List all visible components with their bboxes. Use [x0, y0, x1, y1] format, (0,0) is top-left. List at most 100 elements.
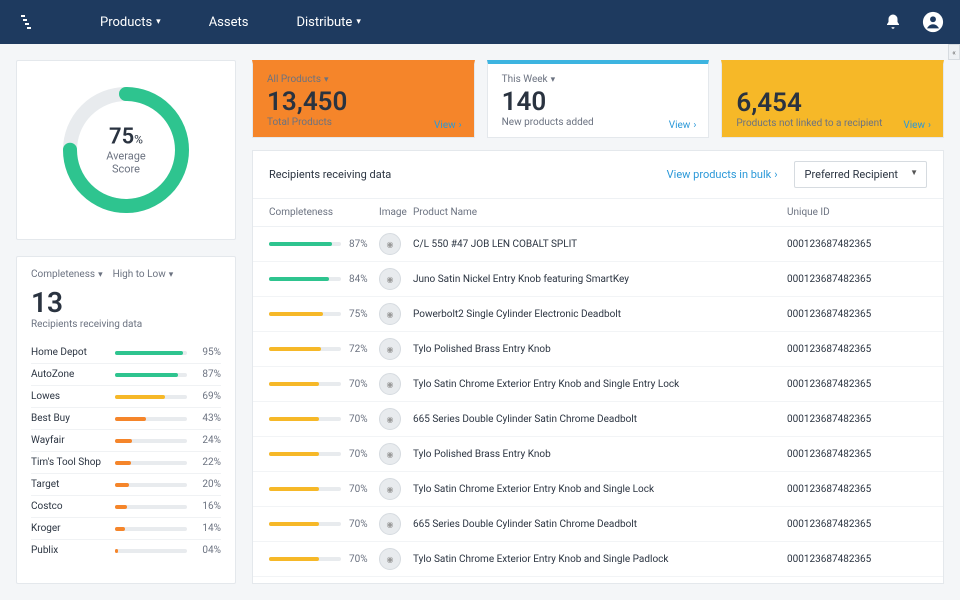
stat-filter[interactable]: This Week ▾ [502, 74, 695, 85]
view-bulk-link[interactable]: View products in bulk › [667, 168, 778, 181]
recipient-bar [115, 549, 187, 553]
chevron-down-icon: ▾ [551, 75, 556, 85]
completeness-bar [269, 452, 341, 456]
stat-filter[interactable]: All Products ▾ [267, 74, 460, 85]
completeness-pct: 75% [349, 309, 379, 320]
recipient-bar [115, 439, 187, 443]
recipients-filter-sort[interactable]: High to Low ▾ [113, 269, 174, 280]
recipient-row[interactable]: Kroger14% [31, 517, 221, 539]
avatar-icon[interactable] [922, 11, 944, 33]
table-row[interactable]: 70%◉Tylo Satin Chrome Exterior Entry Kno… [253, 542, 943, 577]
product-thumb: ◉ [379, 443, 401, 465]
recipient-row[interactable]: Home Depot95% [31, 342, 221, 363]
stat-view-link[interactable]: View › [669, 120, 697, 131]
recipient-row[interactable]: Best Buy43% [31, 407, 221, 429]
recipient-row[interactable]: AutoZone87% [31, 363, 221, 385]
recipient-bar [115, 527, 187, 531]
product-id: 000123687482365 [787, 484, 927, 495]
recipients-filter-completeness[interactable]: Completeness ▾ [31, 269, 103, 280]
table-row[interactable]: 75%◉Powerbolt2 Single Cylinder Electroni… [253, 297, 943, 332]
recipient-select[interactable]: Preferred Recipient [794, 161, 927, 188]
recipient-name: Publix [31, 545, 109, 556]
recipients-sub: Recipients receiving data [31, 319, 221, 330]
recipient-row[interactable]: Publix04% [31, 539, 221, 561]
chevron-down-icon: ▾ [98, 270, 103, 280]
nav-item-distribute[interactable]: Distribute▾ [296, 15, 360, 30]
recipient-row[interactable]: Costco 16% [31, 495, 221, 517]
col-image: Image [379, 207, 413, 218]
recipient-bar [115, 417, 187, 421]
completeness-bar [269, 312, 341, 316]
table-row[interactable]: 87%◉C/L 550 #47 JOB LEN COBALT SPLIT0001… [253, 227, 943, 262]
average-score-card: 75% Average Score [16, 60, 236, 240]
recipients-card: Completeness ▾ High to Low ▾ 13 Recipien… [16, 256, 236, 584]
recipient-bar [115, 505, 187, 509]
recipient-pct: 24% [193, 435, 221, 446]
product-id: 000123687482365 [787, 519, 927, 530]
completeness-bar [269, 487, 341, 491]
bell-icon[interactable] [884, 13, 902, 31]
product-name: Tylo Satin Chrome Exterior Entry Knob an… [413, 484, 787, 495]
table-row[interactable]: 72%◉Tylo Polished Brass Entry Knob000123… [253, 332, 943, 367]
completeness-pct: 70% [349, 519, 379, 530]
product-name: C/L 550 #47 JOB LEN COBALT SPLIT [413, 239, 787, 250]
table-row[interactable]: 84%◉Juno Satin Nickel Entry Knob featuri… [253, 262, 943, 297]
product-thumb: ◉ [379, 268, 401, 290]
completeness-bar [269, 522, 341, 526]
recipient-pct: 95% [193, 347, 221, 358]
collapse-panel-button[interactable]: « [948, 44, 960, 60]
table-row[interactable]: 70%◉Tylo Polished Brass Entry Knob000123… [253, 437, 943, 472]
top-nav: Products▾ Assets Distribute▾ [0, 0, 960, 44]
product-thumb: ◉ [379, 233, 401, 255]
score-value: 75 [109, 125, 134, 150]
chevron-down-icon: ▾ [169, 270, 174, 280]
stat-view-link[interactable]: View › [903, 120, 931, 131]
product-thumb: ◉ [379, 408, 401, 430]
col-unique-id: Unique ID [787, 207, 927, 218]
recipient-pct: 14% [193, 523, 221, 534]
completeness-pct: 70% [349, 449, 379, 460]
completeness-pct: 70% [349, 484, 379, 495]
product-id: 000123687482365 [787, 554, 927, 565]
table-row[interactable]: 70%◉665 Series Double Cylinder Satin Chr… [253, 402, 943, 437]
recipient-pct: 20% [193, 479, 221, 490]
recipient-pct: 22% [193, 457, 221, 468]
recipient-row[interactable]: Lowes69% [31, 385, 221, 407]
recipient-row[interactable]: Wayfair24% [31, 429, 221, 451]
recipient-row[interactable]: Tim's Tool Shop 22% [31, 451, 221, 473]
stat-number: 13,450 [267, 87, 460, 117]
nav-item-products[interactable]: Products▾ [100, 15, 161, 30]
completeness-pct: 70% [349, 379, 379, 390]
product-id: 000123687482365 [787, 344, 927, 355]
table-row[interactable]: 70%◉Tylo Satin Chrome Exterior Entry Kno… [253, 367, 943, 402]
product-name: Tylo Satin Chrome Exterior Entry Knob an… [413, 554, 787, 565]
table-row[interactable]: 70%◉ Tylo Satin Chrome Exterior Entry Kno… [253, 472, 943, 507]
recipient-pct: 16% [193, 501, 221, 512]
product-thumb: ◉ [379, 548, 401, 570]
chevron-right-icon: › [774, 168, 777, 181]
product-id: 000123687482365 [787, 274, 927, 285]
recipient-name: Costco [31, 501, 109, 512]
table-title: Recipients receiving data [269, 168, 391, 181]
score-donut: 75% Average Score [56, 80, 196, 220]
recipient-bar [115, 483, 187, 487]
logo[interactable] [16, 10, 40, 34]
recipient-bar [115, 461, 187, 465]
product-name: 665 Series Double Cylinder Satin Chrome … [413, 414, 787, 425]
stat-view-link[interactable]: View › [434, 120, 462, 131]
recipient-row[interactable]: Target20% [31, 473, 221, 495]
nav-item-assets[interactable]: Assets [209, 15, 249, 30]
stat-card: 6,454Products not linked to a recipientV… [721, 60, 944, 138]
completeness-pct: 87% [349, 239, 379, 250]
completeness-bar [269, 242, 341, 246]
product-thumb: ◉ [379, 478, 401, 500]
product-name: Tylo Polished Brass Entry Knob [413, 449, 787, 460]
stat-card: This Week ▾140New products addedView › [487, 60, 710, 138]
score-pct-symbol: % [134, 133, 143, 147]
recipient-name: Tim's Tool Shop [31, 457, 109, 468]
chevron-down-icon: ▾ [156, 17, 161, 27]
table-row[interactable]: 70%◉665 Series Double Cylinder Satin Chr… [253, 507, 943, 542]
table-row[interactable]: 70%◉665 Series Double Cylinder Satin Chr… [253, 577, 943, 583]
product-thumb: ◉ [379, 513, 401, 535]
chevron-down-icon: ▾ [356, 17, 361, 27]
